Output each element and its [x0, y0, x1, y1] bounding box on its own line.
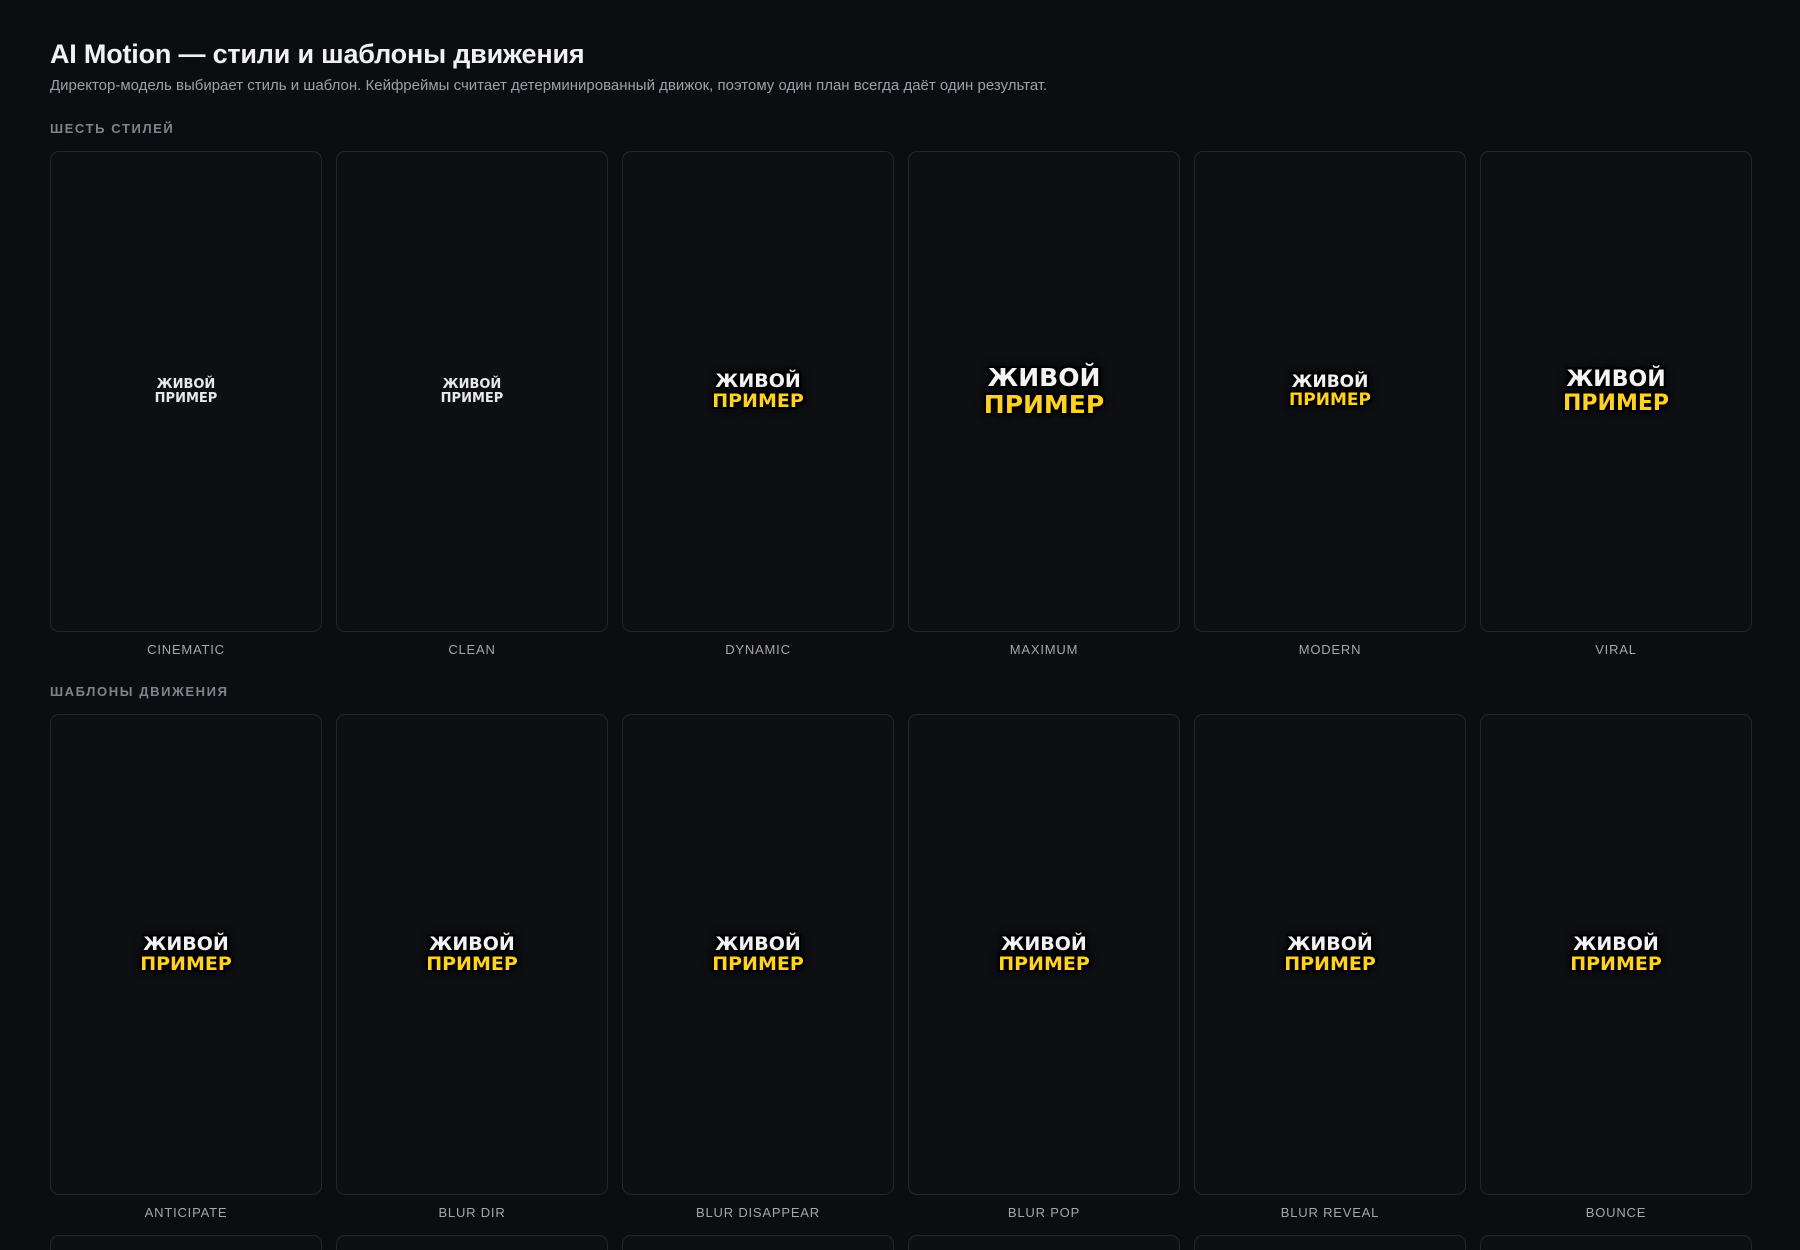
motion-card-partial[interactable]	[908, 1235, 1180, 1250]
motion-card-blur-pop[interactable]: ЖИВОЙ ПРИМЕР	[908, 714, 1180, 1195]
motion-card-partial[interactable]	[1194, 1235, 1466, 1250]
sample-line-1: ЖИВОЙ	[1566, 367, 1666, 393]
sample-line-1: ЖИВОЙ	[1287, 932, 1373, 955]
style-card-dynamic-wrap: ЖИВОЙ ПРИМЕР DYNAMIC	[622, 151, 894, 658]
motion-card-blur-disappear-wrap: ЖИВОЙ ПРИМЕР BLUR DISAPPEAR	[622, 714, 894, 1221]
sample-line-1: ЖИВОЙ	[987, 363, 1101, 393]
live-sample-preview: ЖИВОЙ ПРИМЕР	[140, 932, 232, 975]
motion-card-blur-reveal-wrap: ЖИВОЙ ПРИМЕР BLUR REVEAL	[1194, 714, 1466, 1221]
sample-line-1: ЖИВОЙ	[143, 932, 229, 955]
live-sample-preview: ЖИВОЙ ПРИМЕР	[1570, 932, 1662, 975]
style-caption: CINEMATIC	[147, 642, 225, 657]
motion-card-partial[interactable]	[50, 1235, 322, 1250]
motion-caption: BLUR REVEAL	[1280, 1205, 1380, 1220]
sample-line-1: ЖИВОЙ	[1291, 371, 1369, 392]
motion-card-blur-disappear[interactable]: ЖИВОЙ ПРИМЕР	[622, 714, 894, 1195]
sample-line-2: ПРИМЕР	[1563, 390, 1669, 416]
sample-line-2: ПРИМЕР	[154, 390, 218, 406]
motion-card-blur-reveal[interactable]: ЖИВОЙ ПРИМЕР	[1194, 714, 1466, 1195]
style-card-modern[interactable]: ЖИВОЙ ПРИМЕР	[1194, 151, 1466, 632]
sample-line-2: ПРИМЕР	[983, 389, 1105, 419]
live-sample-preview: ЖИВОЙ ПРИМЕР	[712, 369, 804, 412]
sample-line-2: ПРИМЕР	[440, 390, 504, 406]
sample-line-1: ЖИВОЙ	[715, 932, 801, 955]
motion-section-label: ШАБЛОНЫ ДВИЖЕНИЯ	[50, 684, 229, 699]
style-caption: DYNAMIC	[725, 642, 791, 657]
motion-caption: BOUNCE	[1585, 1205, 1647, 1220]
sample-line-1: ЖИВОЙ	[715, 369, 801, 392]
style-card-clean-wrap: ЖИВОЙ ПРИМЕР CLEAN	[336, 151, 608, 658]
live-sample-preview: ЖИВОЙ ПРИМЕР	[155, 378, 218, 405]
styles-section-label: ШЕСТЬ СТИЛЕЙ	[50, 121, 175, 136]
sample-line-2: ПРИМЕР	[140, 952, 232, 975]
style-caption: CLEAN	[448, 642, 496, 657]
motion-card-blur-dir[interactable]: ЖИВОЙ ПРИМЕР	[336, 714, 608, 1195]
style-card-cinematic-wrap: ЖИВОЙ ПРИМЕР CINEMATIC	[50, 151, 322, 658]
sample-line-1: ЖИВОЙ	[156, 376, 216, 392]
sample-line-2: ПРИМЕР	[1284, 952, 1376, 975]
style-caption: MAXIMUM	[1009, 642, 1079, 657]
motion-card-partial[interactable]	[1480, 1235, 1752, 1250]
live-sample-preview: ЖИВОЙ ПРИМЕР	[998, 932, 1090, 975]
motion-card-blur-dir-wrap: ЖИВОЙ ПРИМЕР BLUR DIR	[336, 714, 608, 1221]
style-card-maximum[interactable]: ЖИВОЙ ПРИМЕР	[908, 151, 1180, 632]
motion-card-bounce[interactable]: ЖИВОЙ ПРИМЕР	[1480, 714, 1752, 1195]
style-card-viral-wrap: ЖИВОЙ ПРИМЕР VIRAL	[1480, 151, 1752, 658]
sample-line-2: ПРИМЕР	[1570, 952, 1662, 975]
style-card-clean[interactable]: ЖИВОЙ ПРИМЕР	[336, 151, 608, 632]
motion-card-blur-pop-wrap: ЖИВОЙ ПРИМЕР BLUR POP	[908, 714, 1180, 1221]
styles-grid: ЖИВОЙ ПРИМЕР CINEMATIC ЖИВОЙ ПРИМЕР CLEA…	[50, 151, 1752, 658]
motion-card-anticipate[interactable]: ЖИВОЙ ПРИМЕР	[50, 714, 322, 1195]
sample-line-2: ПРИМЕР	[998, 952, 1090, 975]
motion-card-bounce-wrap: ЖИВОЙ ПРИМЕР BOUNCE	[1480, 714, 1752, 1221]
style-card-maximum-wrap: ЖИВОЙ ПРИМЕР MAXIMUM	[908, 151, 1180, 658]
motion-card-partial[interactable]	[622, 1235, 894, 1250]
style-caption: MODERN	[1298, 642, 1362, 657]
sample-line-2: ПРИМЕР	[426, 952, 518, 975]
motion-caption: ANTICIPATE	[144, 1205, 228, 1220]
sample-line-1: ЖИВОЙ	[442, 376, 502, 392]
motion-grid: ЖИВОЙ ПРИМЕР ANTICIPATE ЖИВОЙ ПРИМЕР BLU…	[50, 714, 1752, 1221]
style-card-dynamic[interactable]: ЖИВОЙ ПРИМЕР	[622, 151, 894, 632]
motion-card-partial[interactable]	[336, 1235, 608, 1250]
page-title: AI Motion — стили и шаблоны движения	[50, 39, 585, 69]
sample-line-2: ПРИМЕР	[1289, 389, 1371, 410]
live-sample-preview: ЖИВОЙ ПРИМЕР	[426, 932, 518, 975]
page-subtitle: Директор-модель выбирает стиль и шаблон.…	[50, 77, 1048, 94]
sample-line-1: ЖИВОЙ	[1573, 932, 1659, 955]
style-card-cinematic[interactable]: ЖИВОЙ ПРИМЕР	[50, 151, 322, 632]
sample-line-1: ЖИВОЙ	[1001, 932, 1087, 955]
live-sample-preview: ЖИВОЙ ПРИМЕР	[1289, 371, 1371, 410]
live-sample-preview: ЖИВОЙ ПРИМЕР	[1284, 932, 1376, 975]
motion-card-anticipate-wrap: ЖИВОЙ ПРИМЕР ANTICIPATE	[50, 714, 322, 1221]
style-card-viral[interactable]: ЖИВОЙ ПРИМЕР	[1480, 151, 1752, 632]
sample-line-2: ПРИМЕР	[712, 389, 804, 412]
motion-caption: BLUR DIR	[438, 1205, 506, 1220]
sample-line-2: ПРИМЕР	[712, 952, 804, 975]
style-caption: VIRAL	[1595, 642, 1637, 657]
page: AI Motion — стили и шаблоны движения Дир…	[0, 0, 1800, 1250]
live-sample-preview: ЖИВОЙ ПРИМЕР	[1563, 368, 1669, 414]
style-card-modern-wrap: ЖИВОЙ ПРИМЕР MODERN	[1194, 151, 1466, 658]
motion-caption: BLUR POP	[1007, 1205, 1081, 1220]
sample-line-1: ЖИВОЙ	[429, 932, 515, 955]
live-sample-preview: ЖИВОЙ ПРИМЕР	[712, 932, 804, 975]
motion-caption: BLUR DISAPPEAR	[696, 1205, 820, 1220]
live-sample-preview: ЖИВОЙ ПРИМЕР	[441, 378, 504, 405]
live-sample-preview: ЖИВОЙ ПРИМЕР	[983, 363, 1105, 419]
motion-grid-next-row	[50, 1235, 1752, 1250]
